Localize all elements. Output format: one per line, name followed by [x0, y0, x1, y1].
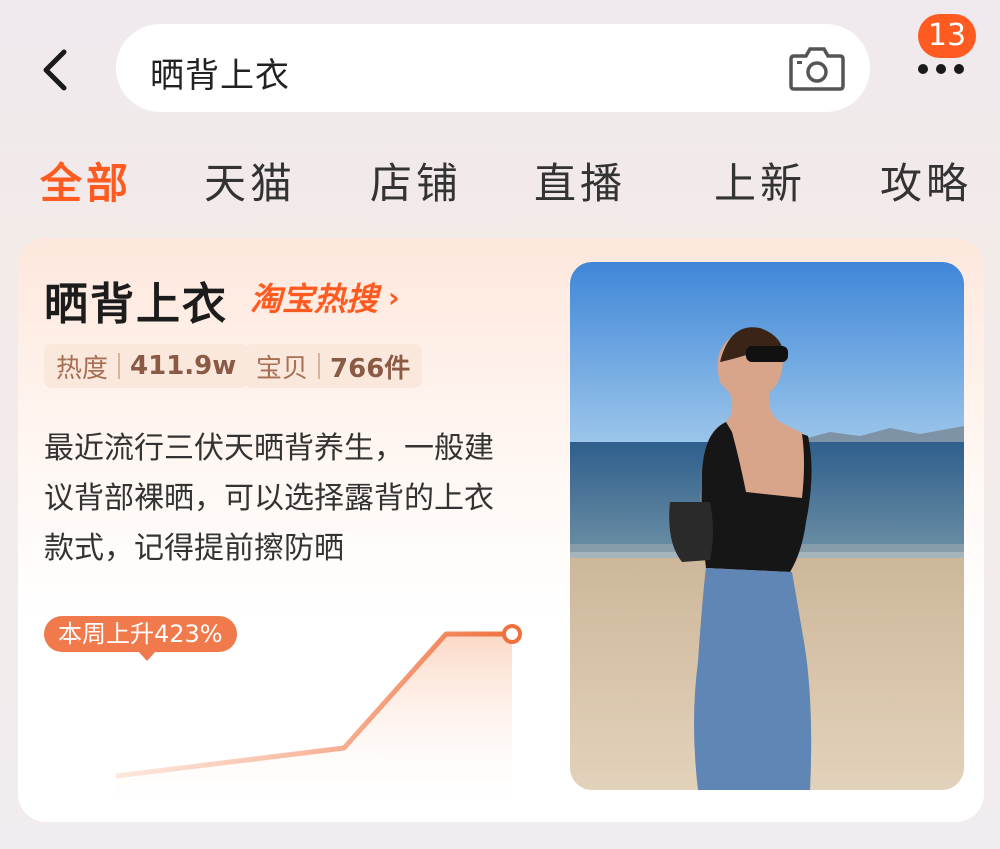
hot-search-link[interactable]: 淘宝热搜 ›: [250, 274, 400, 320]
search-query: 晒背上衣: [150, 56, 290, 96]
items-stat: 宝贝 766件: [244, 344, 423, 388]
card-title: 晒背上衣: [44, 279, 228, 330]
hot-search-label: 淘宝热搜: [250, 280, 379, 318]
hot-search-card[interactable]: 晒背上衣 淘宝热搜 › 热度 411.9w 宝贝 766件 最近流行三伏天晒背养…: [18, 238, 984, 822]
chevron-right-icon: ›: [388, 280, 400, 314]
tab-stores[interactable]: 店铺: [370, 150, 462, 211]
tab-all[interactable]: 全部: [40, 150, 132, 211]
items-label: 宝贝: [256, 353, 309, 384]
back-button[interactable]: [30, 42, 80, 98]
tab-guides[interactable]: 攻略: [880, 150, 972, 211]
search-input[interactable]: 晒背上衣: [116, 24, 870, 112]
camera-icon[interactable]: [788, 44, 846, 92]
heat-label: 热度: [56, 353, 109, 384]
tab-live[interactable]: 直播: [534, 150, 626, 211]
more-dots-icon: [918, 64, 964, 74]
woman-beach-photo: [570, 262, 964, 790]
more-button[interactable]: 13: [912, 14, 976, 84]
card-description: 最近流行三伏天晒背养生，一般建议背部裸晒，可以选择露背的上衣款式，记得提前擦防晒: [44, 431, 494, 566]
tab-tmall[interactable]: 天猫: [204, 150, 296, 211]
items-value: 766件: [330, 353, 411, 384]
trend-area: [116, 634, 512, 818]
product-photo[interactable]: [570, 262, 964, 790]
category-tabs: 全部 天猫 店铺 直播 上新 攻略: [0, 150, 1000, 220]
heat-value: 411.9w: [130, 351, 237, 381]
heat-stat: 热度 411.9w: [44, 344, 249, 388]
trend-badge: 本周上升423%: [44, 616, 237, 661]
chevron-left-icon: [43, 49, 67, 91]
notification-badge: 13: [918, 14, 976, 58]
trend-end-point: [502, 624, 522, 644]
tab-new[interactable]: 上新: [714, 150, 806, 211]
